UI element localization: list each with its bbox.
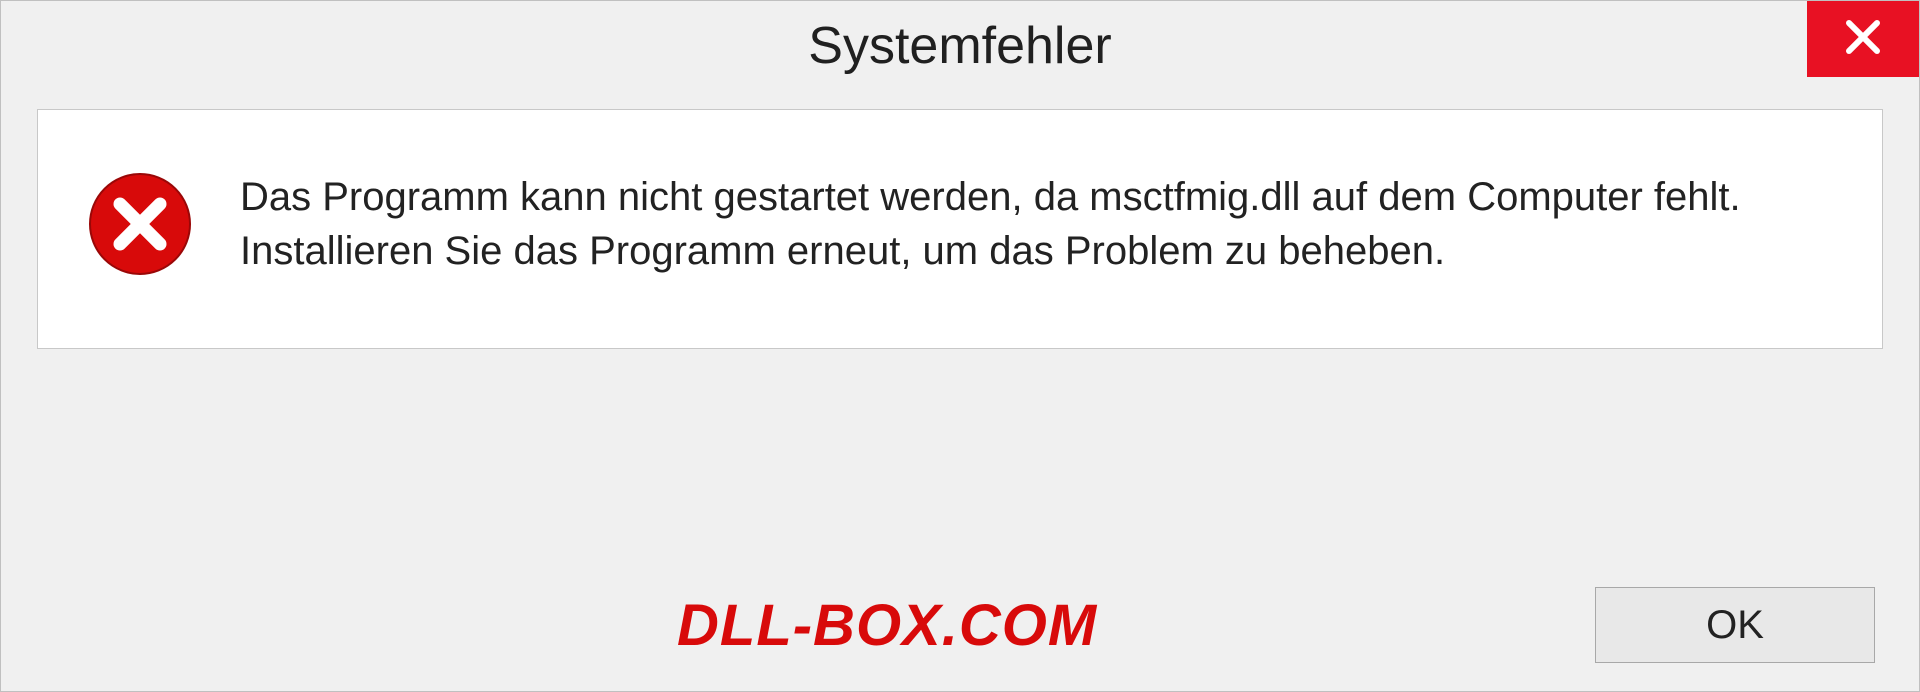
close-button[interactable] <box>1807 1 1919 77</box>
content-panel: Das Programm kann nicht gestartet werden… <box>37 109 1883 349</box>
error-message: Das Programm kann nicht gestartet werden… <box>240 170 1832 278</box>
error-icon <box>88 172 192 276</box>
dialog-title: Systemfehler <box>808 16 1111 76</box>
watermark-text: DLL-BOX.COM <box>677 592 1097 659</box>
error-dialog: Systemfehler Das Programm kann nicht ges… <box>0 0 1920 692</box>
ok-button[interactable]: OK <box>1595 587 1875 663</box>
titlebar: Systemfehler <box>1 1 1919 91</box>
close-icon <box>1843 17 1883 62</box>
dialog-footer: DLL-BOX.COM OK <box>1 587 1919 663</box>
